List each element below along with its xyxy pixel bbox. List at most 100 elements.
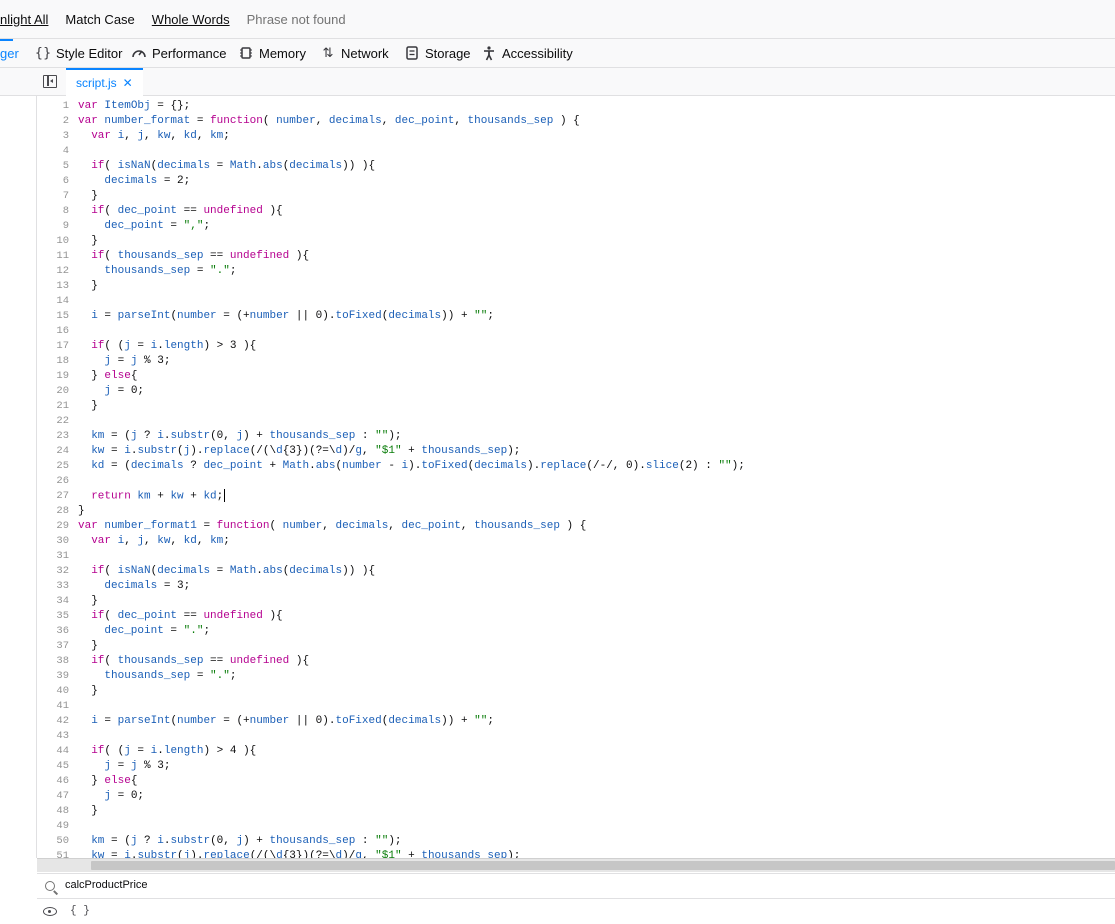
line-number[interactable]: 41 xyxy=(37,699,69,714)
code-line[interactable]: 11 if( thousands_sep == undefined ){ xyxy=(37,249,1115,264)
line-number[interactable]: 9 xyxy=(37,219,69,234)
code-line[interactable]: 40 } xyxy=(37,684,1115,699)
code-line[interactable]: 2 var number_format = function( number, d… xyxy=(37,114,1115,129)
code-line[interactable]: 5 if( isNaN(decimals = Math.abs(decimals… xyxy=(37,159,1115,174)
line-number[interactable]: 29 xyxy=(37,519,69,534)
line-number[interactable]: 22 xyxy=(37,414,69,429)
line-number[interactable]: 46 xyxy=(37,774,69,789)
line-number[interactable]: 39 xyxy=(37,669,69,684)
line-number[interactable]: 37 xyxy=(37,639,69,654)
code-line[interactable]: 44 if( (j = i.length) > 4 ){ xyxy=(37,744,1115,759)
line-number[interactable]: 27 xyxy=(37,489,69,504)
code-line[interactable]: 6 decimals = 2; xyxy=(37,174,1115,189)
line-number[interactable]: 8 xyxy=(37,204,69,219)
code-line[interactable]: 10 } xyxy=(37,234,1115,249)
line-number[interactable]: 51 xyxy=(37,849,69,858)
tab-storage[interactable]: Storage xyxy=(403,39,471,67)
code-line[interactable]: 18 j = j % 3; xyxy=(37,354,1115,369)
line-number[interactable]: 47 xyxy=(37,789,69,804)
code-line[interactable]: 9 dec_point = ","; xyxy=(37,219,1115,234)
code-line[interactable]: 12 thousands_sep = "."; xyxy=(37,264,1115,279)
line-number[interactable]: 28 xyxy=(37,504,69,519)
tab-memory[interactable]: Memory xyxy=(237,39,306,67)
match-case-option[interactable]: Match Case xyxy=(65,12,134,27)
line-number[interactable]: 31 xyxy=(37,549,69,564)
line-number[interactable]: 11 xyxy=(37,249,69,264)
tab-performance[interactable]: Performance xyxy=(130,39,226,67)
whole-words-option[interactable]: Whole Words xyxy=(152,12,230,27)
line-number[interactable]: 6 xyxy=(37,174,69,189)
line-number[interactable]: 45 xyxy=(37,759,69,774)
line-number[interactable]: 23 xyxy=(37,429,69,444)
code-line[interactable]: 41 xyxy=(37,699,1115,714)
watch-expression-bar[interactable]: { } xyxy=(37,898,1115,924)
line-number[interactable]: 32 xyxy=(37,564,69,579)
scrollbar-thumb[interactable] xyxy=(91,861,1115,870)
code-line[interactable]: 43 xyxy=(37,729,1115,744)
code-line[interactable]: 31 xyxy=(37,549,1115,564)
code-line[interactable]: 37 } xyxy=(37,639,1115,654)
code-editor[interactable]: 1 var ItemObj = {}; 2 var number_format = f… xyxy=(37,96,1115,858)
code-line[interactable]: 29 var number_format1 = function( number,… xyxy=(37,519,1115,534)
tab-script-js[interactable]: script.js ✕ xyxy=(66,68,143,96)
code-line[interactable]: 47 j = 0; xyxy=(37,789,1115,804)
function-search-bar[interactable]: calcProductPrice xyxy=(37,873,1115,898)
line-number[interactable]: 44 xyxy=(37,744,69,759)
code-line[interactable]: 32 if( isNaN(decimals = Math.abs(decimal… xyxy=(37,564,1115,579)
tab-accessibility[interactable]: Accessibility xyxy=(480,39,573,67)
line-number[interactable]: 13 xyxy=(37,279,69,294)
code-line[interactable]: 23 km = (j ? i.substr(0, j) + thousands_… xyxy=(37,429,1115,444)
code-line[interactable]: 42 i = parseInt(number = (+number || 0).… xyxy=(37,714,1115,729)
line-number[interactable]: 17 xyxy=(37,339,69,354)
line-number[interactable]: 50 xyxy=(37,834,69,849)
line-number[interactable]: 24 xyxy=(37,444,69,459)
line-number[interactable]: 35 xyxy=(37,609,69,624)
code-line[interactable]: 36 dec_point = "."; xyxy=(37,624,1115,639)
line-number[interactable]: 14 xyxy=(37,294,69,309)
code-line[interactable]: 7 } xyxy=(37,189,1115,204)
code-line[interactable]: 16 xyxy=(37,324,1115,339)
code-line[interactable]: 28} xyxy=(37,504,1115,519)
code-line[interactable]: 38 if( thousands_sep == undefined ){ xyxy=(37,654,1115,669)
code-line[interactable]: 1 var ItemObj = {}; xyxy=(37,99,1115,114)
line-number[interactable]: 30 xyxy=(37,534,69,549)
line-number[interactable]: 26 xyxy=(37,474,69,489)
line-number[interactable]: 2 xyxy=(37,114,69,129)
line-number[interactable]: 33 xyxy=(37,579,69,594)
code-line[interactable]: 49 xyxy=(37,819,1115,834)
tab-style-editor[interactable]: {} Style Editor xyxy=(34,39,123,67)
code-line[interactable]: 15 i = parseInt(number = (+number || 0).… xyxy=(37,309,1115,324)
line-number[interactable]: 12 xyxy=(37,264,69,279)
code-line[interactable]: 17 if( (j = i.length) > 3 ){ xyxy=(37,339,1115,354)
code-line[interactable]: 35 if( dec_point == undefined ){ xyxy=(37,609,1115,624)
code-line[interactable]: 21 } xyxy=(37,399,1115,414)
line-number[interactable]: 25 xyxy=(37,459,69,474)
code-line[interactable]: 45 j = j % 3; xyxy=(37,759,1115,774)
line-number[interactable]: 48 xyxy=(37,804,69,819)
line-number[interactable]: 19 xyxy=(37,369,69,384)
code-line[interactable]: 48 } xyxy=(37,804,1115,819)
toggle-sources-panel-icon[interactable] xyxy=(43,75,57,88)
code-line[interactable]: 33 decimals = 3; xyxy=(37,579,1115,594)
line-number[interactable]: 18 xyxy=(37,354,69,369)
code-line[interactable]: 20 j = 0; xyxy=(37,384,1115,399)
code-line[interactable]: 22 xyxy=(37,414,1115,429)
horizontal-scrollbar[interactable] xyxy=(37,858,1115,872)
line-number[interactable]: 1 xyxy=(37,99,69,114)
line-number[interactable]: 49 xyxy=(37,819,69,834)
code-line[interactable]: 51 kw = i.substr(j).replace(/(\d{3})(?=\… xyxy=(37,849,1115,858)
code-line[interactable]: 4 xyxy=(37,144,1115,159)
line-number[interactable]: 5 xyxy=(37,159,69,174)
eye-icon[interactable] xyxy=(43,907,57,916)
code-line[interactable]: 19 } else{ xyxy=(37,369,1115,384)
code-line[interactable]: 13 } xyxy=(37,279,1115,294)
code-line[interactable]: 8 if( dec_point == undefined ){ xyxy=(37,204,1115,219)
code-line[interactable]: 25 kd = (decimals ? dec_point + Math.abs… xyxy=(37,459,1115,474)
line-number[interactable]: 40 xyxy=(37,684,69,699)
line-number[interactable]: 10 xyxy=(37,234,69,249)
code-line[interactable]: 34 } xyxy=(37,594,1115,609)
line-number[interactable]: 36 xyxy=(37,624,69,639)
tab-network[interactable]: ⇅ Network xyxy=(319,39,389,67)
code-line[interactable]: 39 thousands_sep = "."; xyxy=(37,669,1115,684)
code-line[interactable]: 3 var i, j, kw, kd, km; xyxy=(37,129,1115,144)
